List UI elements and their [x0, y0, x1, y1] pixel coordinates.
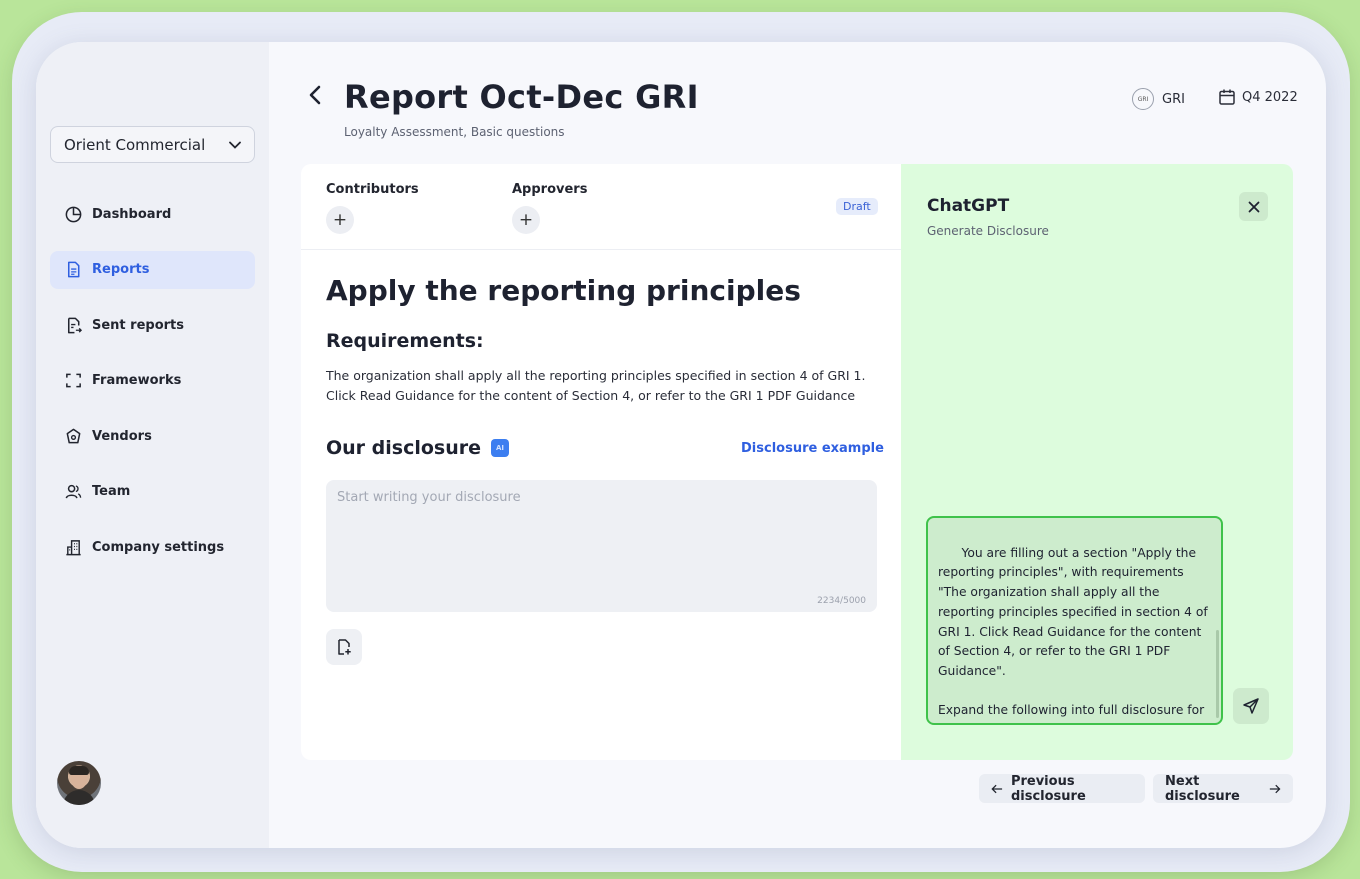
framework-label: GRI: [1162, 91, 1185, 107]
add-approver-button[interactable]: +: [512, 206, 540, 234]
sidebar-nav: Dashboard Reports Sent reports Framework…: [50, 195, 255, 584]
ai-badge-icon[interactable]: AI: [491, 439, 510, 457]
contributors-label: Contributors: [326, 182, 419, 197]
app-window: Orient Commercial Dashboard Reports Sent…: [36, 42, 1326, 848]
approvers-label: Approvers: [512, 182, 588, 197]
chat-title: ChatGPT: [927, 196, 1010, 216]
sent-document-icon: [64, 316, 83, 335]
sidebar-item-label: Team: [92, 484, 131, 499]
arrow-left-icon: [991, 784, 1003, 793]
send-icon: [1243, 698, 1259, 714]
next-disclosure-label: Next disclosure: [1165, 773, 1240, 804]
requirements-title: Requirements:: [326, 330, 484, 352]
sidebar-item-label: Company settings: [92, 539, 225, 555]
approvers-section: Approvers +: [512, 182, 587, 234]
next-disclosure-button[interactable]: Next disclosure: [1153, 773, 1293, 804]
close-icon: [1248, 201, 1259, 212]
sidebar-item-vendors[interactable]: Vendors: [50, 417, 255, 455]
disclosure-title: Our disclosure: [326, 437, 482, 459]
building-icon: [64, 538, 83, 557]
team-icon: [64, 482, 83, 501]
document-icon: [64, 260, 83, 279]
chatgpt-panel: ChatGPT Generate Disclosure You are fill…: [901, 164, 1293, 760]
people-row: Contributors + Approvers + Draft: [301, 164, 901, 250]
sidebar-item-sent-reports[interactable]: Sent reports: [50, 306, 255, 344]
disclosure-example-link[interactable]: Disclosure example: [741, 441, 884, 456]
sidebar-item-label: Dashboard: [92, 206, 172, 222]
sidebar-item-team[interactable]: Team: [50, 473, 255, 511]
calendar-icon: [1219, 89, 1235, 105]
period-label: Q4 2022: [1242, 89, 1298, 105]
chat-prompt-text: You are filling out a section "Apply the…: [938, 545, 1208, 718]
sidebar-item-reports[interactable]: Reports: [50, 250, 255, 289]
disclosure-textarea[interactable]: Start writing your disclosure 2234/5000: [326, 480, 877, 612]
sidebar-item-dashboard[interactable]: Dashboard: [50, 195, 255, 233]
attach-file-icon: [338, 639, 351, 655]
sidebar-item-label: Frameworks: [92, 373, 182, 388]
contributors-section: Contributors +: [326, 182, 419, 234]
back-chevron-icon[interactable]: [308, 84, 322, 112]
period-indicator: Q4 2022: [1218, 88, 1298, 106]
organization-name: Orient Commercial: [64, 135, 206, 154]
section-title: Apply the reporting principles: [326, 274, 801, 307]
attach-file-button[interactable]: [326, 629, 362, 665]
prompt-scrollbar[interactable]: [1216, 630, 1219, 718]
organization-select[interactable]: Orient Commercial: [50, 126, 255, 163]
hexagon-icon: [64, 427, 83, 446]
requirements-text: The organization shall apply all the rep…: [326, 368, 866, 403]
chevron-down-icon: [229, 138, 241, 152]
framework-indicator: GRI GRI: [1132, 88, 1185, 110]
add-contributor-button[interactable]: +: [326, 206, 354, 234]
character-counter: 2234/5000: [817, 596, 866, 606]
sidebar-item-label: Vendors: [92, 428, 152, 444]
sidebar-item-company-settings[interactable]: Company settings: [50, 528, 255, 566]
previous-disclosure-button[interactable]: Previous disclosure: [979, 773, 1145, 804]
disclosure-card: Contributors + Approvers + Draft Apply t…: [301, 164, 901, 760]
sidebar-item-label: Sent reports: [92, 317, 185, 333]
page-title: Report Oct-Dec GRI: [344, 78, 699, 116]
frame-icon: [64, 371, 83, 390]
status-badge: Draft: [836, 198, 878, 215]
chat-prompt-input[interactable]: You are filling out a section "Apply the…: [926, 516, 1223, 725]
disclosure-title-row: Our disclosure AI: [326, 437, 510, 459]
close-button[interactable]: [1239, 192, 1268, 221]
page-subtitle: Loyalty Assessment, Basic questions: [344, 125, 565, 139]
disclosure-placeholder: Start writing your disclosure: [337, 490, 521, 505]
sidebar-item-label: Reports: [92, 262, 150, 277]
chat-subtitle: Generate Disclosure: [927, 224, 1049, 238]
previous-disclosure-label: Previous disclosure: [1010, 773, 1086, 804]
avatar[interactable]: [57, 761, 101, 805]
sidebar: Orient Commercial Dashboard Reports Sent…: [36, 42, 269, 848]
arrow-right-icon: [1270, 784, 1281, 793]
sidebar-item-frameworks[interactable]: Frameworks: [50, 362, 255, 400]
send-button[interactable]: [1233, 688, 1269, 724]
pie-chart-icon: [64, 205, 83, 224]
gri-logo-icon: GRI: [1132, 88, 1154, 110]
